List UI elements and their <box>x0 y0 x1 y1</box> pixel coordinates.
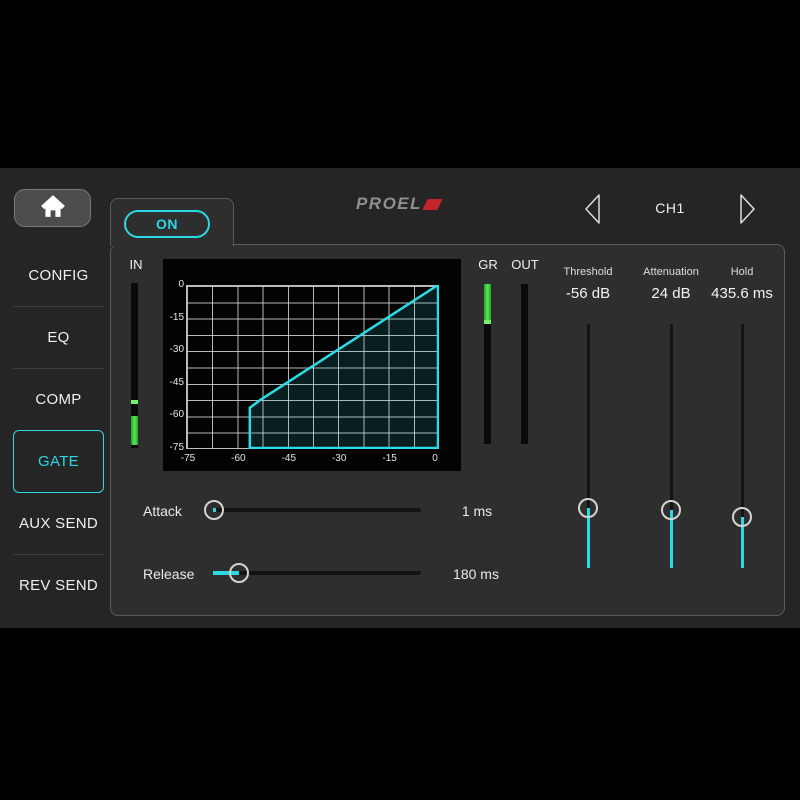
sidebar-item-rev-send[interactable]: REV SEND <box>13 555 104 616</box>
sidebar: CONFIG EQ COMP GATE AUX SEND REV SEND <box>13 245 104 616</box>
out-meter-label: OUT <box>510 257 540 272</box>
attenuation-slider-thumb[interactable] <box>661 500 681 520</box>
release-label: Release <box>143 566 194 582</box>
y-tick: -60 <box>164 409 184 420</box>
gate-transfer-graph: 0 -15 -30 -45 -60 -75 -75 -60 -45 -30 -1… <box>163 259 461 471</box>
screen: PROEL CH1 CONFIG EQ COMP GATE AUX SEND R… <box>0 0 800 800</box>
threshold-label: Threshold <box>540 266 636 278</box>
in-meter-peak-tick <box>131 400 138 404</box>
home-button[interactable] <box>14 189 91 227</box>
brand-red-flag-icon <box>422 199 442 210</box>
sidebar-item-aux-send[interactable]: AUX SEND <box>13 493 104 555</box>
gate-on-toggle[interactable]: ON <box>124 210 210 238</box>
attack-slider[interactable] <box>213 508 421 512</box>
threshold-slider-thumb[interactable] <box>578 498 598 518</box>
threshold-slider[interactable] <box>587 324 590 568</box>
release-value: 180 ms <box>446 566 506 582</box>
y-tick: -75 <box>164 442 184 453</box>
x-tick: -60 <box>221 453 255 464</box>
release-slider-thumb[interactable] <box>229 563 249 583</box>
attack-slider-thumb[interactable] <box>204 500 224 520</box>
x-tick: -45 <box>272 453 306 464</box>
attack-label: Attack <box>143 503 182 519</box>
gate-on-tab: ON <box>110 198 234 246</box>
threshold-column: Threshold -56 dB <box>540 266 636 302</box>
gr-meter-peak-tick <box>484 320 491 324</box>
out-meter <box>521 284 528 444</box>
gate-curve <box>186 285 439 449</box>
x-tick: 0 <box>418 453 452 464</box>
hold-label: Hold <box>694 266 790 278</box>
hold-slider-thumb[interactable] <box>732 507 752 527</box>
y-tick: -45 <box>164 377 184 388</box>
next-channel-button[interactable] <box>736 192 758 226</box>
y-tick: -15 <box>164 312 184 323</box>
in-meter <box>131 283 138 448</box>
gr-meter-level <box>484 284 491 322</box>
gate-panel: IN 0 -15 -30 -45 -60 -75 -75 -60 -45 <box>110 244 785 616</box>
y-tick: -30 <box>164 344 184 355</box>
in-meter-label: IN <box>121 257 151 272</box>
channel-name: CH1 <box>640 200 700 216</box>
gr-meter <box>484 284 491 444</box>
prev-channel-button[interactable] <box>582 192 604 226</box>
hold-value: 435.6 ms <box>694 285 790 302</box>
chevron-right-icon <box>736 192 758 226</box>
attenuation-slider[interactable] <box>670 324 673 568</box>
hold-slider[interactable] <box>741 324 744 568</box>
sidebar-item-gate[interactable]: GATE <box>13 430 104 493</box>
sidebar-item-eq[interactable]: EQ <box>13 307 104 369</box>
brand-logo: PROEL <box>350 194 446 214</box>
x-tick: -15 <box>373 453 407 464</box>
hold-column: Hold 435.6 ms <box>694 266 790 302</box>
brand-text: PROEL <box>356 194 422 214</box>
y-tick: 0 <box>164 279 184 290</box>
x-tick: -75 <box>171 453 205 464</box>
sidebar-item-config[interactable]: CONFIG <box>13 245 104 307</box>
threshold-value: -56 dB <box>540 285 636 302</box>
sidebar-item-comp[interactable]: COMP <box>13 369 104 430</box>
gr-meter-label: GR <box>473 257 503 272</box>
in-meter-level <box>131 416 138 445</box>
attack-value: 1 ms <box>447 503 507 519</box>
home-icon <box>40 194 66 223</box>
app-window: PROEL CH1 CONFIG EQ COMP GATE AUX SEND R… <box>0 168 800 628</box>
chevron-left-icon <box>582 192 604 226</box>
x-tick: -30 <box>322 453 356 464</box>
